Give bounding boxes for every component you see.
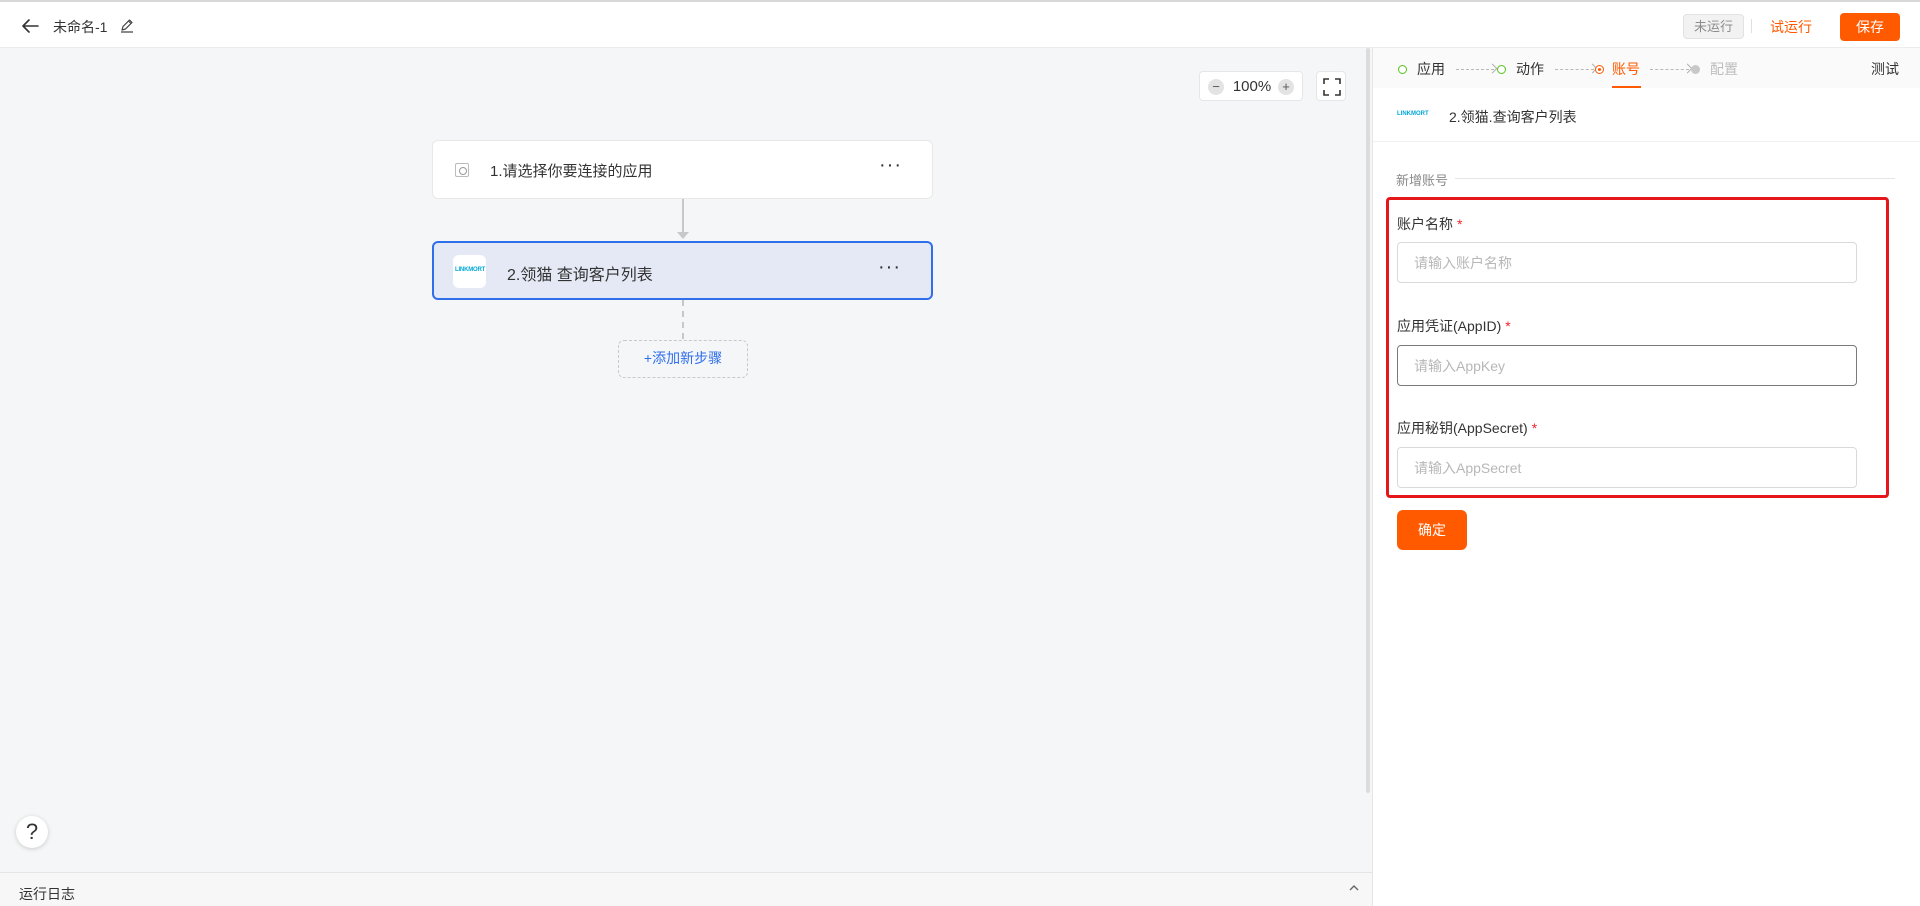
more-options-icon[interactable]: ···: [879, 155, 902, 175]
node-label: 1.请选择你要连接的应用: [490, 163, 653, 180]
linkmort-logo: LINKMORT: [453, 255, 486, 288]
step-active-icon: [1595, 65, 1604, 74]
selected-app-title: 2.领猫.查询客户列表: [1449, 109, 1577, 125]
step-pending-icon: [1691, 65, 1700, 74]
account-name-label: 账户名称 *: [1397, 216, 1463, 232]
selected-app-row: LINKMORT 2.领猫.查询客户列表: [1373, 88, 1920, 142]
back-arrow-icon[interactable]: [18, 14, 42, 38]
section-title: 新增账号: [1396, 173, 1449, 188]
app-id-label: 应用凭证(AppID) *: [1397, 318, 1511, 334]
chevron-up-icon[interactable]: [1347, 881, 1361, 895]
header-divider: [1751, 19, 1752, 33]
step-account[interactable]: 账号: [1612, 59, 1640, 79]
linkmort-logo: LINKMORT: [1397, 111, 1429, 117]
more-options-icon[interactable]: ···: [878, 257, 901, 277]
save-button[interactable]: 保存: [1840, 13, 1900, 41]
canvas-scrollbar[interactable]: [1366, 48, 1370, 793]
run-log-label: 运行日志: [19, 886, 75, 902]
required-marker: *: [1457, 216, 1463, 232]
dashed-connector-line: [682, 300, 684, 339]
step-arrow-icon: [1487, 63, 1498, 74]
help-icon[interactable]: ?: [16, 816, 48, 848]
app-key-input[interactable]: [1397, 345, 1857, 386]
step-done-icon: [1398, 65, 1407, 74]
run-status-badge: 未运行: [1683, 14, 1745, 39]
zoom-in-button[interactable]: +: [1278, 79, 1294, 95]
section-divider: [1455, 178, 1895, 179]
app-secret-label: 应用秘钥(AppSecret) *: [1397, 420, 1538, 436]
step-tabs: 应用 动作 账号 配置 测试: [1373, 48, 1920, 88]
required-marker: *: [1505, 318, 1511, 334]
flow-canvas[interactable]: − 100% + 1.请选择你要连接的应用 ··· LINKMORT 2.领猫 …: [0, 48, 1370, 872]
fullscreen-icon[interactable]: [1316, 71, 1346, 101]
tab-test[interactable]: 测试: [1871, 59, 1899, 79]
zoom-control: − 100% +: [1199, 71, 1303, 101]
connector-line: [682, 199, 684, 233]
connector-arrow-icon: [677, 232, 689, 239]
confirm-button[interactable]: 确定: [1397, 510, 1467, 550]
account-name-input[interactable]: [1397, 242, 1857, 283]
required-marker: *: [1531, 420, 1538, 436]
flow-node-2[interactable]: LINKMORT 2.领猫 查询客户列表 ···: [432, 241, 933, 300]
top-bar: 未命名-1 未运行 试运行 保存: [0, 0, 1920, 48]
flow-node-1[interactable]: 1.请选择你要连接的应用 ···: [432, 140, 933, 199]
app-secret-input[interactable]: [1397, 447, 1857, 488]
add-step-button[interactable]: +添加新步骤: [618, 340, 748, 378]
edit-title-icon[interactable]: [119, 17, 135, 33]
node-label: 2.领猫 查询客户列表: [507, 267, 653, 284]
app-placeholder-icon: [455, 163, 469, 177]
step-config[interactable]: 配置: [1710, 59, 1738, 79]
step-app[interactable]: 应用: [1417, 59, 1445, 79]
config-panel: 应用 动作 账号 配置 测试 LINKMORT 2.领猫.查询客户列表 新增账号…: [1372, 48, 1920, 906]
run-log-bar[interactable]: 运行日志: [0, 872, 1372, 906]
step-done-icon: [1497, 65, 1506, 74]
test-run-button[interactable]: 试运行: [1770, 14, 1812, 40]
document-title: 未命名-1: [53, 19, 108, 35]
step-action[interactable]: 动作: [1516, 59, 1544, 79]
